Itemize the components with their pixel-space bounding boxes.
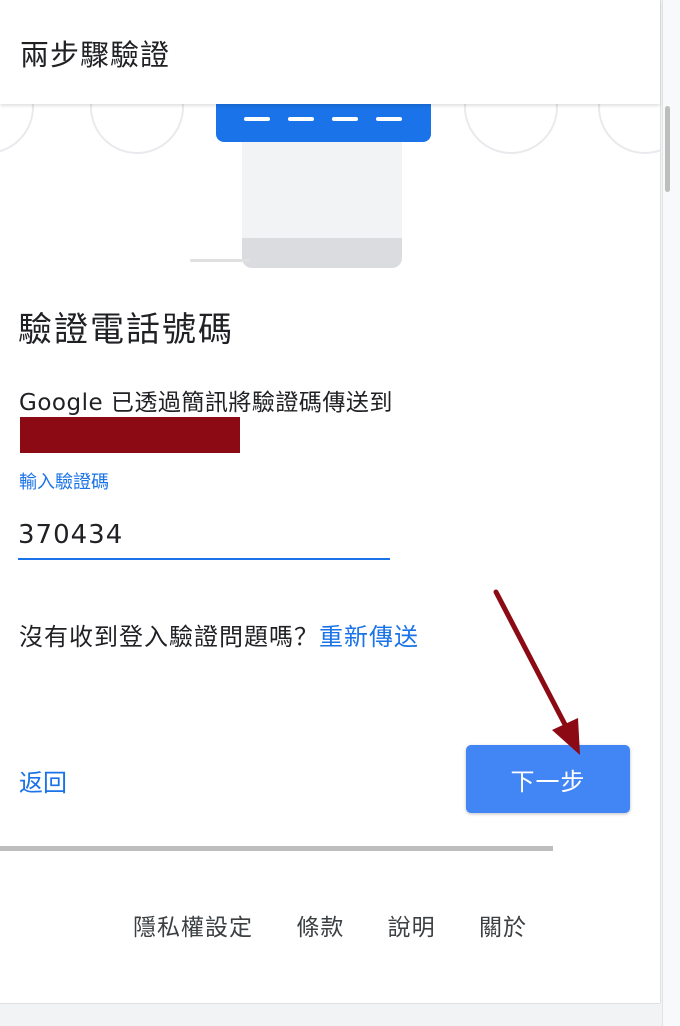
footer-link-privacy[interactable]: 隱私權設定 <box>133 908 253 942</box>
footer-link-terms[interactable]: 條款 <box>296 908 344 942</box>
footer-link-help[interactable]: 說明 <box>388 908 436 942</box>
resend-prompt: 沒有收到登入驗證問題嗎？ <box>19 623 319 651</box>
phone-shadow <box>190 259 250 262</box>
verify-phone-heading: 驗證電話號碼 <box>18 310 234 350</box>
footer-links: 隱私權設定 條款 說明 關於 <box>0 908 660 942</box>
page-title: 兩步驟驗證 <box>20 38 171 72</box>
red-arrow-annotation-icon <box>493 589 580 755</box>
resend-row: 沒有收到登入驗證問題嗎？重新傳送 <box>19 617 419 652</box>
phone-screen-icon <box>216 100 431 142</box>
verification-code-input[interactable] <box>18 512 390 560</box>
phone-body-icon <box>242 142 402 268</box>
back-link[interactable]: 返回 <box>19 763 67 798</box>
resend-link[interactable]: 重新傳送 <box>319 623 419 651</box>
footer-divider <box>0 846 553 851</box>
footer-link-about[interactable]: 關於 <box>479 908 527 942</box>
redacted-phone-number <box>20 417 240 453</box>
verification-card: 兩步驟驗證 驗證電話號碼 Google 已透過簡訊將驗證碼傳送到 輸入驗證碼 沒… <box>0 0 660 1004</box>
code-field-label: 輸入驗證碼 <box>19 472 109 493</box>
page-header: 兩步驟驗證 <box>0 0 660 104</box>
background-window-edge <box>662 0 680 1026</box>
background-scrollbar <box>665 106 670 192</box>
bottom-divider <box>0 1003 660 1004</box>
sms-sent-text: Google 已透過簡訊將驗證碼傳送到 <box>19 390 393 416</box>
